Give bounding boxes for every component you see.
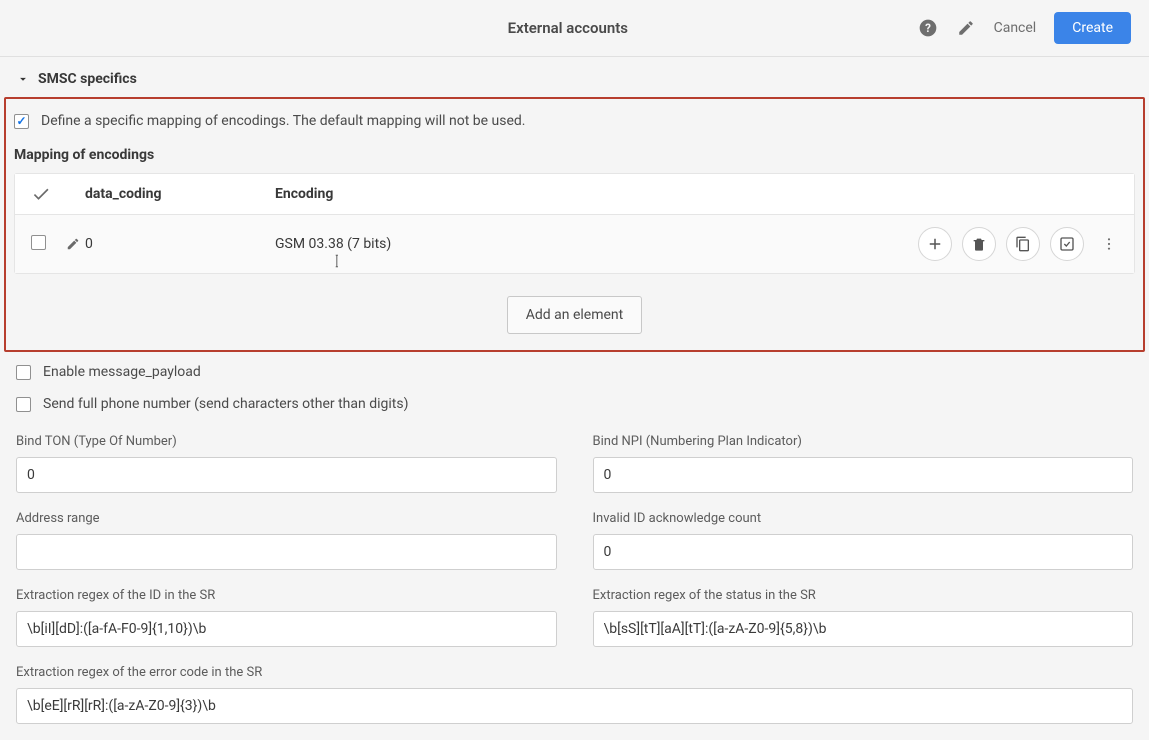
mapping-panel: Define a specific mapping of encodings. … — [4, 97, 1145, 352]
cancel-button[interactable]: Cancel — [994, 20, 1037, 36]
address-range-input[interactable] — [16, 534, 557, 570]
invalid-ack-field: Invalid ID acknowledge count — [593, 511, 1134, 570]
bind-ton-field: Bind TON (Type Of Number) — [16, 434, 557, 493]
address-range-label: Address range — [16, 511, 557, 526]
svg-text:?: ? — [925, 21, 931, 35]
header-actions: ? Cancel Create — [918, 12, 1131, 44]
row-encoding-value: GSM 03.38 (7 bits) — [275, 236, 391, 252]
add-row-button[interactable] — [918, 227, 952, 261]
select-row-button[interactable] — [1050, 227, 1084, 261]
regex-err-input[interactable] — [16, 688, 1133, 724]
row-checkbox[interactable] — [31, 235, 46, 250]
send-full-phone-label: Send full phone number (send characters … — [43, 396, 408, 412]
table-row[interactable]: 0 GSM 03.38 (7 bits) — [15, 215, 1134, 273]
mapping-subhead: Mapping of encodings — [14, 147, 1135, 163]
edit-icon[interactable] — [956, 18, 976, 38]
create-button[interactable]: Create — [1054, 12, 1131, 44]
cursor-icon — [331, 254, 345, 268]
regex-id-field: Extraction regex of the ID in the SR — [16, 588, 557, 647]
page-title: External accounts — [218, 19, 918, 37]
define-mapping-label: Define a specific mapping of encodings. … — [41, 113, 525, 129]
regex-err-field: Extraction regex of the error code in th… — [16, 665, 1133, 724]
enable-payload-label: Enable message_payload — [43, 364, 201, 380]
content: SMSC specifics Define a specific mapping… — [0, 57, 1149, 740]
chevron-down-icon — [16, 72, 30, 86]
regex-status-field: Extraction regex of the status in the SR — [593, 588, 1134, 647]
row-edit-icon[interactable] — [61, 237, 85, 251]
row-checkbox-cell — [31, 235, 61, 254]
regex-status-label: Extraction regex of the status in the SR — [593, 588, 1134, 603]
table-header: data_coding Encoding — [15, 174, 1134, 215]
bind-ton-label: Bind TON (Type Of Number) — [16, 434, 557, 449]
invalid-ack-input[interactable] — [593, 534, 1134, 570]
add-element-row: Add an element — [14, 284, 1135, 340]
add-element-button[interactable]: Add an element — [507, 296, 642, 334]
help-icon[interactable]: ? — [918, 18, 938, 38]
row-encoding: GSM 03.38 (7 bits) — [275, 236, 918, 252]
page-header: External accounts ? Cancel Create — [0, 0, 1149, 57]
define-mapping-row: Define a specific mapping of encodings. … — [14, 113, 1135, 129]
duplicate-row-button[interactable] — [1006, 227, 1040, 261]
mapping-table: data_coding Encoding 0 GSM 03.38 (7 bits… — [14, 173, 1135, 274]
send-full-phone-row: Send full phone number (send characters … — [16, 396, 1133, 412]
more-icon[interactable] — [1100, 236, 1118, 252]
enable-payload-row: Enable message_payload — [16, 364, 1133, 380]
regex-status-input[interactable] — [593, 611, 1134, 647]
col-data-coding[interactable]: data_coding — [85, 186, 275, 202]
options-area: Enable message_payload Send full phone n… — [0, 352, 1149, 412]
bind-npi-label: Bind NPI (Numbering Plan Indicator) — [593, 434, 1134, 449]
bind-ton-input[interactable] — [16, 457, 557, 493]
invalid-ack-label: Invalid ID acknowledge count — [593, 511, 1134, 526]
delete-row-button[interactable] — [962, 227, 996, 261]
section-header-smsc[interactable]: SMSC specifics — [0, 57, 1149, 97]
section-title: SMSC specifics — [38, 71, 137, 87]
col-encoding[interactable]: Encoding — [275, 186, 1118, 202]
send-full-phone-checkbox[interactable] — [16, 397, 31, 412]
form-grid: Bind TON (Type Of Number) Bind NPI (Numb… — [0, 428, 1149, 740]
check-icon — [31, 184, 51, 204]
row-actions — [918, 227, 1118, 261]
address-range-field: Address range — [16, 511, 557, 570]
regex-err-label: Extraction regex of the error code in th… — [16, 665, 1133, 680]
enable-payload-checkbox[interactable] — [16, 365, 31, 380]
define-mapping-checkbox[interactable] — [14, 114, 29, 129]
bind-npi-field: Bind NPI (Numbering Plan Indicator) — [593, 434, 1134, 493]
regex-id-label: Extraction regex of the ID in the SR — [16, 588, 557, 603]
regex-id-input[interactable] — [16, 611, 557, 647]
row-data-coding: 0 — [85, 236, 275, 252]
col-check-header — [31, 184, 85, 204]
bind-npi-input[interactable] — [593, 457, 1134, 493]
